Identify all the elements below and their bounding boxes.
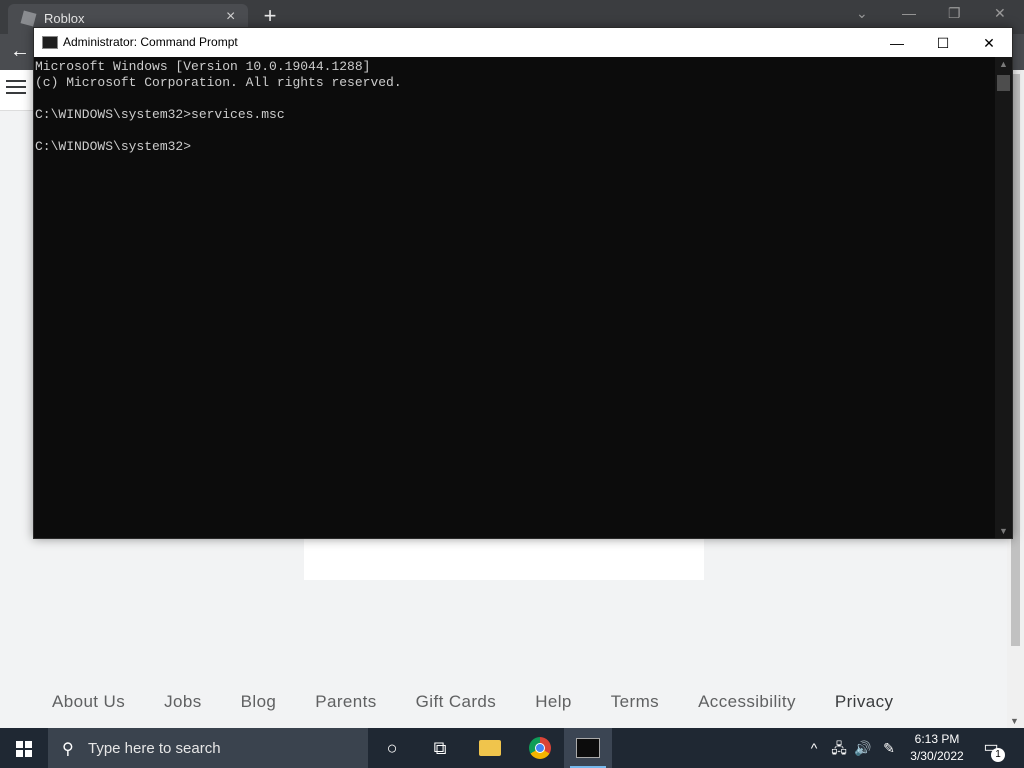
cmd-scrollbar-thumb[interactable] [997,75,1010,91]
cmd-minimize-button[interactable]: — [874,31,920,55]
show-hidden-icons-chevron-icon[interactable]: ^ [804,728,824,768]
cmd-close-button[interactable]: ✕ [966,31,1012,55]
footer-link-gift-cards[interactable]: Gift Cards [416,692,497,712]
taskbar: ⚲ Type here to search ○ ⧉ ^ 🖧 🔊 ✎ 6:13 P… [0,728,1024,768]
command-prompt-window[interactable]: Administrator: Command Prompt — ☐ ✕ Micr… [33,27,1013,539]
cmd-scrollbar[interactable]: ▲ ▼ [995,57,1012,538]
task-view-icon[interactable]: ⧉ [416,728,464,768]
roblox-favicon-icon [20,10,37,27]
clock-time: 6:13 PM [914,732,960,746]
windows-logo-icon [16,741,32,757]
tab-search-chevron-icon[interactable]: ⌄ [856,5,868,22]
cmd-window-title: Administrator: Command Prompt [63,35,238,49]
browser-restore-button[interactable]: ❐ [948,5,961,22]
footer-link-terms[interactable]: Terms [611,692,659,712]
volume-icon[interactable]: 🔊 [852,728,874,768]
cortana-icon[interactable]: ○ [368,728,416,768]
cmd-console-output[interactable]: Microsoft Windows [Version 10.0.19044.12… [34,57,996,542]
content-panel [304,538,704,580]
hamburger-menu-icon[interactable] [6,80,26,96]
back-arrow-icon[interactable]: ← [10,40,30,63]
browser-minimize-button[interactable]: — [902,5,916,21]
footer-link-accessibility[interactable]: Accessibility [698,692,796,712]
footer-link-parents[interactable]: Parents [315,692,376,712]
pen-workspace-icon[interactable]: ✎ [878,728,900,768]
tab-title: Roblox [44,11,85,26]
cmd-titlebar[interactable]: Administrator: Command Prompt — ☐ ✕ [34,28,1012,57]
browser-close-button[interactable]: ✕ [994,5,1006,22]
footer-links: About Us Jobs Blog Parents Gift Cards He… [52,692,932,712]
footer-link-about-us[interactable]: About Us [52,692,125,712]
chrome-icon[interactable] [516,728,564,768]
system-clock[interactable]: 6:13 PM 3/30/2022 [902,731,972,765]
cmd-scroll-up-icon[interactable]: ▲ [999,59,1008,69]
network-icon[interactable]: 🖧 [828,728,850,768]
cmd-app-icon [42,36,58,49]
new-tab-button[interactable]: + [259,3,281,29]
search-icon: ⚲ [62,741,74,758]
cmd-scroll-down-icon[interactable]: ▼ [999,526,1008,536]
search-placeholder: Type here to search [88,740,221,757]
file-explorer-icon[interactable] [466,728,514,768]
footer-link-blog[interactable]: Blog [241,692,277,712]
tab-close-icon[interactable]: × [226,8,235,26]
clock-date: 3/30/2022 [910,749,964,763]
footer-link-jobs[interactable]: Jobs [164,692,202,712]
cmd-maximize-button[interactable]: ☐ [920,31,966,55]
start-button[interactable] [0,728,48,768]
scroll-down-arrow-icon[interactable]: ▼ [1010,716,1019,726]
footer-link-help[interactable]: Help [535,692,572,712]
notification-count-badge: 1 [991,748,1005,762]
command-prompt-taskbar-icon[interactable] [564,728,612,768]
footer-link-privacy[interactable]: Privacy [835,692,894,712]
taskbar-search-box[interactable]: ⚲ Type here to search [48,728,368,768]
